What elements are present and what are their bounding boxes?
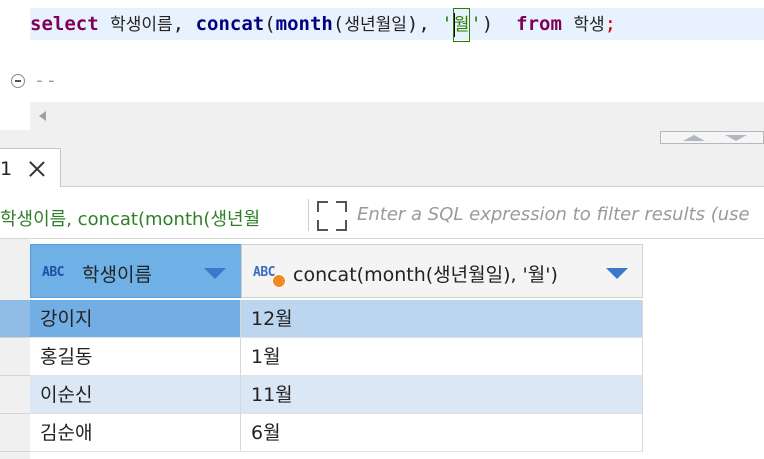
sql-column-name: 학생이름 (110, 15, 173, 35)
sql-paren: ) (481, 13, 494, 35)
close-icon[interactable] (28, 160, 46, 178)
table-row[interactable]: 김순애 6월 (0, 414, 764, 452)
scroll-left-arrow-icon[interactable] (39, 111, 46, 121)
sql-paren: ( (332, 13, 345, 35)
column-header-name[interactable]: ABC 학생이름 (30, 244, 242, 298)
calculated-column-icon (272, 274, 286, 288)
sql-comment-line[interactable]: -- (34, 70, 58, 91)
query-text-label: 학생이름, concat(month(생년월 (0, 209, 261, 230)
row-header[interactable] (0, 414, 30, 452)
cell-month[interactable]: 11월 (241, 376, 643, 414)
sql-string-quote: ' (441, 13, 453, 35)
sql-table-name: 학생 (573, 15, 605, 35)
cell-month[interactable]: 6월 (241, 414, 643, 452)
cell-name[interactable]: 김순애 (30, 414, 241, 452)
sql-string-quote: ' (470, 13, 482, 35)
sql-string-literal: 월 (452, 8, 471, 42)
editor-horizontal-scrollbar[interactable] (30, 102, 764, 130)
tab-label: 1 (0, 158, 13, 180)
minimize-down-arrow-icon[interactable] (725, 135, 747, 141)
sql-paren: ( (264, 13, 276, 35)
sql-keyword-from: from (516, 13, 562, 35)
cell-name[interactable]: 강이지 (30, 300, 241, 338)
sql-comma: , (418, 13, 430, 35)
sql-column-birthdate: 생년월일 (344, 15, 407, 35)
sql-function-concat: concat (195, 13, 265, 35)
sql-semicolon: ; (604, 13, 617, 35)
splitter-buttons (660, 131, 764, 144)
fold-collapse-icon[interactable] (11, 74, 25, 88)
divider (308, 199, 309, 231)
sql-paren: ) (406, 13, 419, 35)
filter-expression-input[interactable]: Enter a SQL expression to filter results… (357, 204, 764, 225)
sql-comma: , (172, 13, 185, 35)
table-row[interactable]: 홍길동 1월 (0, 338, 764, 376)
column-header-label: 학생이름 (82, 264, 152, 286)
tab-results-1[interactable]: 1 (0, 148, 61, 187)
cell-month[interactable]: 12월 (241, 300, 643, 338)
sort-dropdown-icon[interactable] (204, 268, 226, 279)
column-header-label: concat(month(생년월일), '월') (293, 264, 558, 286)
table-row[interactable]: 이순신 11월 (0, 376, 764, 414)
sql-keyword-select: select (30, 13, 99, 35)
panel-splitter[interactable] (0, 130, 764, 146)
sql-editor[interactable]: select 학생이름, concat(month(생년월일), '월') fr… (0, 0, 764, 130)
results-grid[interactable]: ABC 학생이름 ABC concat(month(생년월일), '월') 강이… (0, 239, 764, 459)
cell-name[interactable]: 홍길동 (30, 338, 241, 376)
row-header[interactable] (0, 300, 30, 338)
row-header[interactable] (0, 338, 30, 376)
row-header[interactable] (0, 376, 30, 414)
maximize-up-arrow-icon[interactable] (683, 135, 705, 141)
sort-dropdown-icon[interactable] (606, 268, 628, 279)
sql-function-month: month (275, 13, 333, 35)
expand-fullscreen-icon[interactable] (317, 201, 347, 231)
text-type-icon: ABC (42, 265, 64, 280)
results-tab-strip: 1 (0, 146, 764, 187)
cell-month[interactable]: 1월 (241, 338, 643, 376)
results-filter-bar: 학생이름, concat(month(생년월 Enter a SQL expre… (0, 193, 764, 239)
table-row[interactable]: 강이지 12월 (0, 300, 764, 338)
cell-name[interactable]: 이순신 (30, 376, 241, 414)
sql-line-current[interactable]: select 학생이름, concat(month(생년월일), '월') fr… (30, 8, 764, 42)
column-header-concat[interactable]: ABC concat(month(생년월일), '월') (241, 244, 643, 298)
